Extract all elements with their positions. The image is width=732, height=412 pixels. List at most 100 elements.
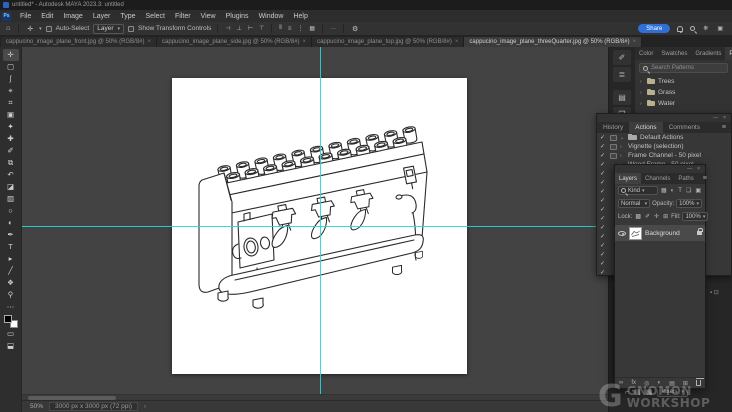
workspace-switcher-icon[interactable]: ▣: [716, 25, 724, 32]
chevron-right-icon[interactable]: ›: [620, 153, 625, 159]
check-icon[interactable]: ✓: [600, 152, 607, 159]
menu-image[interactable]: Image: [58, 13, 87, 20]
eraser-tool[interactable]: ◪: [3, 181, 19, 193]
align-center-icon[interactable]: ⊥: [236, 25, 243, 32]
share-button[interactable]: Share: [638, 24, 671, 33]
filter-shape-icon[interactable]: ❏: [685, 187, 692, 194]
pattern-group-trees[interactable]: › Trees: [635, 76, 732, 87]
check-icon[interactable]: ✓: [600, 161, 607, 168]
lock-transparency-icon[interactable]: ▩: [634, 213, 642, 220]
document-viewport[interactable]: 50% 3000 px x 3000 px (72 ppi) ›: [22, 47, 608, 412]
menu-file[interactable]: File: [15, 13, 36, 20]
hamburger-menu-icon[interactable]: ≡: [698, 173, 712, 184]
doc-tab-front[interactable]: cappucino_image_plane_front.jpg @ 50% (R…: [1, 37, 158, 47]
tab-channels[interactable]: Channels: [641, 173, 674, 184]
tab-layers[interactable]: Layers: [615, 173, 642, 184]
tab-history[interactable]: History: [597, 122, 629, 133]
new-group-icon[interactable]: ▤: [669, 380, 675, 387]
healing-brush-tool[interactable]: ✚: [3, 133, 19, 145]
foreground-color-chip[interactable]: [3, 315, 12, 323]
menu-view[interactable]: View: [196, 13, 221, 20]
check-icon[interactable]: ✓: [600, 179, 607, 186]
tab-comments[interactable]: Comments: [663, 122, 706, 133]
tab-patterns[interactable]: Patterns: [725, 47, 732, 60]
close-icon[interactable]: ×: [303, 39, 307, 45]
minimize-icon[interactable]: —: [687, 166, 692, 172]
move-tool[interactable]: ✛: [2, 49, 19, 61]
layer-thumbnail[interactable]: [629, 226, 642, 240]
menu-type[interactable]: Type: [115, 13, 140, 20]
action-row-default-actions[interactable]: ✓ ⌄ Default Actions: [597, 133, 731, 142]
zoom-level[interactable]: 50%: [30, 403, 43, 410]
delete-layer-icon[interactable]: [695, 378, 704, 386]
eyedropper-tool[interactable]: ✦: [3, 121, 19, 133]
history-brush-tool[interactable]: ↶: [3, 169, 19, 181]
close-icon[interactable]: ×: [148, 39, 152, 45]
marquee-tool[interactable]: ▢: [3, 61, 19, 73]
clone-stamp-tool[interactable]: ⧉: [3, 157, 19, 169]
opacity-input[interactable]: 100% ▾: [676, 199, 702, 208]
link-layers-icon[interactable]: ∞: [619, 380, 623, 386]
menu-layer[interactable]: Layer: [88, 13, 116, 20]
check-icon[interactable]: ✓: [600, 260, 607, 267]
hamburger-menu-icon[interactable]: ≡: [717, 122, 731, 133]
brush-tool[interactable]: ✐: [3, 145, 19, 157]
new-layer-icon[interactable]: ⊞: [683, 380, 688, 387]
distribute-horizontal-icon[interactable]: ⫴: [278, 25, 283, 32]
patterns-search-input[interactable]: Search Patterns: [639, 63, 728, 73]
check-icon[interactable]: ✓: [600, 242, 607, 249]
lock-artboard-icon[interactable]: ⊞: [662, 213, 669, 220]
lasso-tool[interactable]: ʃ: [3, 73, 19, 85]
action-row-vignette[interactable]: ✓ › Vignette (selection): [597, 142, 731, 151]
filter-smart-object-icon[interactable]: ▣: [694, 187, 702, 194]
frame-tool[interactable]: ▣: [3, 109, 19, 121]
vertical-guide[interactable]: [320, 47, 321, 394]
discover-icon[interactable]: ❋: [702, 25, 709, 32]
show-transform-checkbox[interactable]: [128, 25, 135, 32]
color-swatches[interactable]: [3, 315, 18, 328]
dialog-toggle[interactable]: [610, 134, 617, 141]
pattern-group-grass[interactable]: › Grass: [635, 87, 732, 98]
distribute-vertical-icon[interactable]: ≡: [287, 26, 293, 32]
chevron-right-icon[interactable]: ›: [620, 144, 625, 150]
check-icon[interactable]: ✓: [600, 233, 607, 240]
dialog-toggle[interactable]: [610, 152, 617, 159]
check-icon[interactable]: ✓: [600, 188, 607, 195]
hand-tool[interactable]: ❖: [3, 277, 19, 289]
blur-tool[interactable]: ○: [3, 205, 19, 217]
pattern-grid-icon[interactable]: ▩: [646, 388, 653, 396]
adjustment-layer-icon[interactable]: ◐: [657, 380, 661, 386]
menu-filter[interactable]: Filter: [170, 13, 196, 20]
crop-marks-icon[interactable]: ⌐: [625, 389, 629, 396]
doc-tab-threequarter[interactable]: cappucino_image_plane_threeQuarter.jpg @…: [464, 37, 643, 47]
tab-swatches[interactable]: Swatches: [657, 47, 691, 60]
path-selection-tool[interactable]: ▸: [3, 253, 19, 265]
minimize-icon[interactable]: —: [713, 115, 718, 121]
align-canvas-icon[interactable]: ▦: [308, 25, 316, 32]
filter-pixel-icon[interactable]: ▦: [660, 187, 668, 194]
close-icon[interactable]: ×: [697, 166, 700, 172]
gradient-tool[interactable]: ▨: [3, 193, 19, 205]
type-tool[interactable]: T: [3, 241, 19, 253]
tab-color[interactable]: Color: [635, 47, 657, 60]
align-right-icon[interactable]: ⊢: [247, 25, 254, 32]
visibility-eye-icon[interactable]: [618, 230, 626, 236]
check-icon[interactable]: ✓: [600, 143, 607, 150]
pattern-group-water[interactable]: › Water: [635, 98, 732, 109]
lock-position-icon[interactable]: ✛: [653, 213, 660, 220]
check-icon[interactable]: ✓: [600, 224, 607, 231]
layer-row-background[interactable]: Background: [615, 225, 705, 241]
zoom-tool[interactable]: ⚲: [3, 289, 19, 301]
search-icon[interactable]: [690, 26, 696, 31]
shape-tool[interactable]: ╱: [3, 265, 19, 277]
lock-icon[interactable]: [697, 228, 703, 235]
doc-tab-side[interactable]: cappucino_image_plane_side.jpg @ 50% (RG…: [157, 37, 313, 47]
layer-style-fx-icon[interactable]: fx: [631, 380, 636, 386]
crop-tool[interactable]: ⌗: [3, 97, 19, 109]
check-icon[interactable]: ✓: [600, 134, 607, 141]
quick-mask-icon[interactable]: ▭: [3, 328, 19, 340]
check-icon[interactable]: ✓: [600, 197, 607, 204]
lock-paint-icon[interactable]: ✐: [644, 213, 651, 220]
more-options-icon[interactable]: ···: [329, 26, 337, 32]
menu-help[interactable]: Help: [288, 13, 312, 20]
